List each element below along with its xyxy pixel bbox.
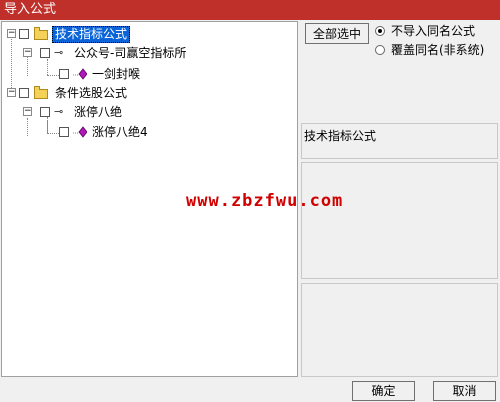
dialog-footer: 确定 取消 xyxy=(0,378,500,402)
tree-checkbox[interactable] xyxy=(40,48,50,58)
collapse-toggle[interactable]: − xyxy=(23,107,32,116)
radio-button[interactable] xyxy=(375,26,385,36)
key-icon: ⊸ xyxy=(54,105,64,118)
collapse-toggle[interactable]: − xyxy=(7,29,16,38)
tree-node-label[interactable]: 条件选股公式 xyxy=(55,84,127,102)
formula-name-box: 技术指标公式 xyxy=(301,123,498,159)
tree-node-label[interactable]: 涨停八绝 xyxy=(74,103,122,121)
tree-node-screening[interactable]: − 条件选股公式 xyxy=(2,84,292,102)
collapse-toggle[interactable]: − xyxy=(7,88,16,97)
tree-node-author[interactable]: − ⊸ 公众号-司赢空指标所 xyxy=(2,44,292,62)
tree-node-label[interactable]: 涨停八绝4 xyxy=(92,123,148,141)
folder-icon xyxy=(34,27,48,40)
tree-node-category[interactable]: − ⊸ 涨停八绝 xyxy=(2,103,292,121)
cancel-button[interactable]: 取消 xyxy=(433,381,496,401)
radio-label: 不导入同名公式 xyxy=(391,24,476,38)
tree-node-label[interactable]: 一剑封喉 xyxy=(92,65,140,83)
tree-checkbox[interactable] xyxy=(19,88,29,98)
tree-checkbox[interactable] xyxy=(59,69,69,79)
folder-icon xyxy=(34,86,48,99)
tree-node-formula[interactable]: 涨停八绝4 xyxy=(2,123,292,141)
tree-node-technical[interactable]: − 技术指标公式 xyxy=(2,25,292,43)
select-all-button[interactable]: 全部选中 xyxy=(305,23,369,44)
tree-node-formula[interactable]: 一剑封喉 xyxy=(2,65,292,83)
ok-button[interactable]: 确定 xyxy=(352,381,415,401)
tree-checkbox[interactable] xyxy=(59,127,69,137)
tree-checkbox[interactable] xyxy=(19,29,29,39)
formula-gem-icon xyxy=(73,126,87,138)
formula-description-box xyxy=(301,162,498,279)
tree-node-label[interactable]: 公众号-司赢空指标所 xyxy=(74,44,186,62)
tree-checkbox[interactable] xyxy=(40,107,50,117)
formula-gem-icon xyxy=(73,68,87,80)
collapse-toggle[interactable]: − xyxy=(23,48,32,57)
formula-name-label: 技术指标公式 xyxy=(304,129,377,143)
radio-label: 覆盖同名(非系统) xyxy=(391,43,485,57)
window-title: 导入公式 xyxy=(0,0,500,20)
tree-node-label[interactable]: 技术指标公式 xyxy=(52,26,131,43)
radio-button[interactable] xyxy=(375,45,385,55)
formula-detail-box xyxy=(301,283,498,377)
key-icon: ⊸ xyxy=(54,46,64,59)
watermark-text: www.zbzfwu.com xyxy=(186,191,344,211)
